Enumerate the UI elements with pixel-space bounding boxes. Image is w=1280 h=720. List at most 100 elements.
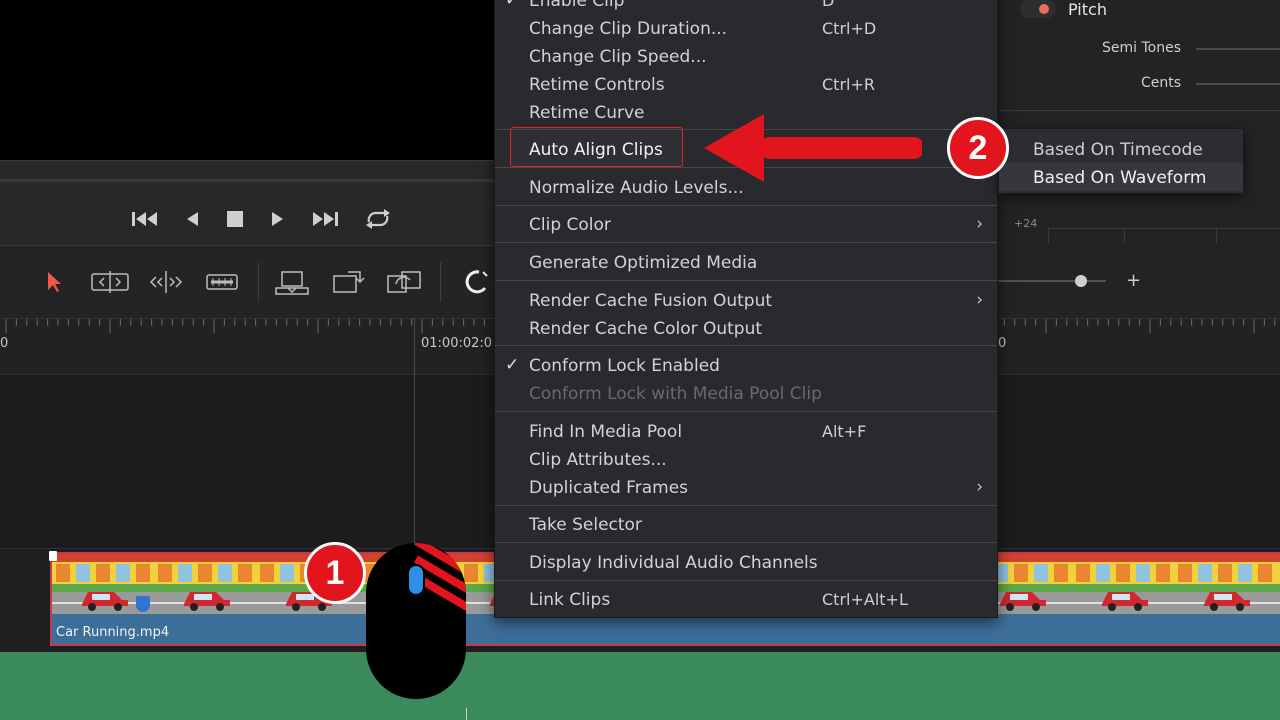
menu-item-shortcut: Alt+F bbox=[822, 422, 867, 441]
toolbar-divider bbox=[258, 262, 259, 302]
skip-to-end-icon[interactable] bbox=[310, 208, 340, 230]
clip-thumbnail bbox=[154, 554, 256, 614]
menu-item-label: Clip Attributes... bbox=[529, 450, 667, 470]
replace-clip-icon[interactable] bbox=[384, 266, 424, 298]
cents-label: Cents bbox=[1140, 75, 1181, 91]
menu-item-render-cache-color-output[interactable]: Render Cache Color Output bbox=[495, 317, 997, 343]
menu-separator bbox=[495, 580, 997, 581]
pitch-label: Pitch bbox=[1068, 0, 1107, 19]
menu-item-render-cache-fusion-output[interactable]: Render Cache Fusion Output › bbox=[495, 289, 997, 315]
menu-item-change-clip-speed[interactable]: Change Clip Speed... bbox=[495, 45, 997, 71]
step-1-badge: 1 bbox=[304, 542, 366, 604]
timeline-zoom-slider[interactable] bbox=[998, 280, 1106, 282]
clip-start-marker[interactable] bbox=[49, 551, 57, 561]
viewer-scrub-bar[interactable] bbox=[0, 160, 500, 186]
blade-icon[interactable] bbox=[202, 266, 242, 298]
chevron-right-icon: › bbox=[976, 477, 983, 497]
lower-track bbox=[0, 652, 1280, 720]
menu-item-label: Retime Controls bbox=[529, 75, 665, 95]
menu-item-change-clip-duration[interactable]: Change Clip Duration... Ctrl+D bbox=[495, 17, 997, 43]
play-icon[interactable] bbox=[268, 208, 288, 230]
submenu-item-label: Based On Timecode bbox=[1033, 140, 1203, 160]
menu-item-label: Find In Media Pool bbox=[529, 422, 683, 442]
meter-scale-label: +24 bbox=[1014, 217, 1038, 230]
right-click-mouse-icon bbox=[364, 541, 468, 705]
chevron-right-icon: › bbox=[976, 290, 983, 310]
clip-thumbnail bbox=[1174, 554, 1276, 614]
submenu-item-based-on-waveform[interactable]: Based On Waveform bbox=[999, 163, 1243, 191]
menu-separator bbox=[495, 345, 997, 346]
menu-item-label: Render Cache Color Output bbox=[529, 319, 763, 339]
clip-context-menu: ✓ Enable Clip D Change Clip Duration... … bbox=[494, 0, 998, 618]
menu-item-shortcut: Ctrl+R bbox=[822, 75, 875, 94]
clip-marker-icon[interactable] bbox=[136, 596, 150, 612]
menu-item-find-in-media-pool[interactable]: Find In Media Pool Alt+F bbox=[495, 420, 997, 446]
menu-item-enable-clip[interactable]: ✓ Enable Clip D bbox=[495, 0, 997, 15]
transport-controls bbox=[0, 186, 500, 246]
menu-separator bbox=[495, 205, 997, 206]
loop-icon[interactable] bbox=[362, 208, 394, 230]
menu-item-label: Take Selector bbox=[529, 515, 642, 535]
menu-item-link-clips[interactable]: Link Clips Ctrl+Alt+L bbox=[495, 588, 997, 614]
menu-item-label: Generate Optimized Media bbox=[529, 253, 758, 273]
play-reverse-icon[interactable] bbox=[182, 208, 202, 230]
menu-item-label: Render Cache Fusion Output bbox=[529, 291, 773, 311]
dynamic-trim-icon[interactable] bbox=[146, 266, 186, 298]
menu-item-clip-attributes[interactable]: Clip Attributes... bbox=[495, 448, 997, 474]
semi-tones-slider[interactable] bbox=[1196, 48, 1280, 50]
menu-item-display-individual-audio-channels[interactable]: Display Individual Audio Channels bbox=[495, 551, 997, 577]
skip-to-start-icon[interactable] bbox=[130, 208, 160, 230]
cents-slider[interactable] bbox=[1196, 83, 1280, 85]
menu-separator bbox=[495, 542, 997, 543]
menu-item-retime-controls[interactable]: Retime Controls Ctrl+R bbox=[495, 73, 997, 99]
menu-item-label: Enable Clip bbox=[529, 0, 625, 11]
menu-item-generate-optimized-media[interactable]: Generate Optimized Media bbox=[495, 251, 997, 277]
annotation-arrow bbox=[700, 112, 925, 188]
menu-item-label: Display Individual Audio Channels bbox=[529, 553, 818, 573]
menu-item-label: Clip Color bbox=[529, 215, 611, 235]
video-viewer bbox=[0, 0, 500, 160]
menu-item-label: Duplicated Frames bbox=[529, 478, 689, 498]
meter-tick bbox=[1048, 228, 1049, 244]
pitch-control: Pitch bbox=[1020, 0, 1107, 19]
inspector-divider bbox=[998, 110, 1280, 111]
menu-item-label: Auto Align Clips bbox=[529, 140, 663, 160]
toolbar-divider bbox=[440, 262, 441, 302]
pitch-toggle[interactable] bbox=[1020, 0, 1056, 18]
zoom-slider-knob[interactable] bbox=[1075, 275, 1087, 287]
ruler-timecode: 01:00:02:0 bbox=[421, 336, 493, 351]
menu-item-label: Change Clip Duration... bbox=[529, 19, 728, 39]
semi-tones-label: Semi Tones bbox=[1102, 40, 1181, 56]
menu-item-conform-lock-enabled[interactable]: ✓ Conform Lock Enabled bbox=[495, 354, 997, 380]
menu-item-take-selector[interactable]: Take Selector bbox=[495, 513, 997, 539]
menu-item-label: Conform Lock with Media Pool Clip bbox=[529, 384, 822, 404]
audio-meter bbox=[1048, 228, 1280, 244]
ruler-timecode-right: 0 bbox=[998, 336, 1007, 351]
snapping-icon[interactable] bbox=[456, 266, 496, 298]
selection-pointer-icon[interactable] bbox=[34, 266, 74, 298]
clip-thumbnail bbox=[1276, 554, 1280, 614]
menu-separator bbox=[495, 280, 997, 281]
menu-separator bbox=[495, 505, 997, 506]
meter-tick bbox=[1216, 228, 1217, 244]
clip-thumbnail bbox=[1072, 554, 1174, 614]
menu-item-conform-lock-media-pool: Conform Lock with Media Pool Clip bbox=[495, 382, 997, 408]
auto-align-submenu: Based On Timecode Based On Waveform bbox=[998, 128, 1244, 194]
trim-edit-icon[interactable] bbox=[90, 266, 130, 298]
check-icon: ✓ bbox=[505, 355, 520, 375]
submenu-item-label: Based On Waveform bbox=[1033, 168, 1207, 188]
menu-separator bbox=[495, 411, 997, 412]
step-2-badge: 2 bbox=[947, 117, 1009, 179]
insert-clip-icon[interactable] bbox=[272, 266, 312, 298]
edit-toolbar bbox=[0, 246, 500, 318]
menu-item-duplicated-frames[interactable]: Duplicated Frames › bbox=[495, 476, 997, 502]
menu-item-label: Retime Curve bbox=[529, 103, 645, 123]
lower-playhead-mark bbox=[466, 708, 467, 720]
menu-item-label: Link Clips bbox=[529, 590, 611, 610]
submenu-item-based-on-timecode[interactable]: Based On Timecode bbox=[999, 135, 1243, 163]
stop-icon[interactable] bbox=[224, 208, 246, 230]
menu-item-clip-color[interactable]: Clip Color › bbox=[495, 213, 997, 239]
clip-name: Car Running.mp4 bbox=[56, 625, 170, 640]
zoom-in-icon[interactable]: + bbox=[1126, 270, 1141, 291]
overwrite-clip-icon[interactable] bbox=[328, 266, 368, 298]
